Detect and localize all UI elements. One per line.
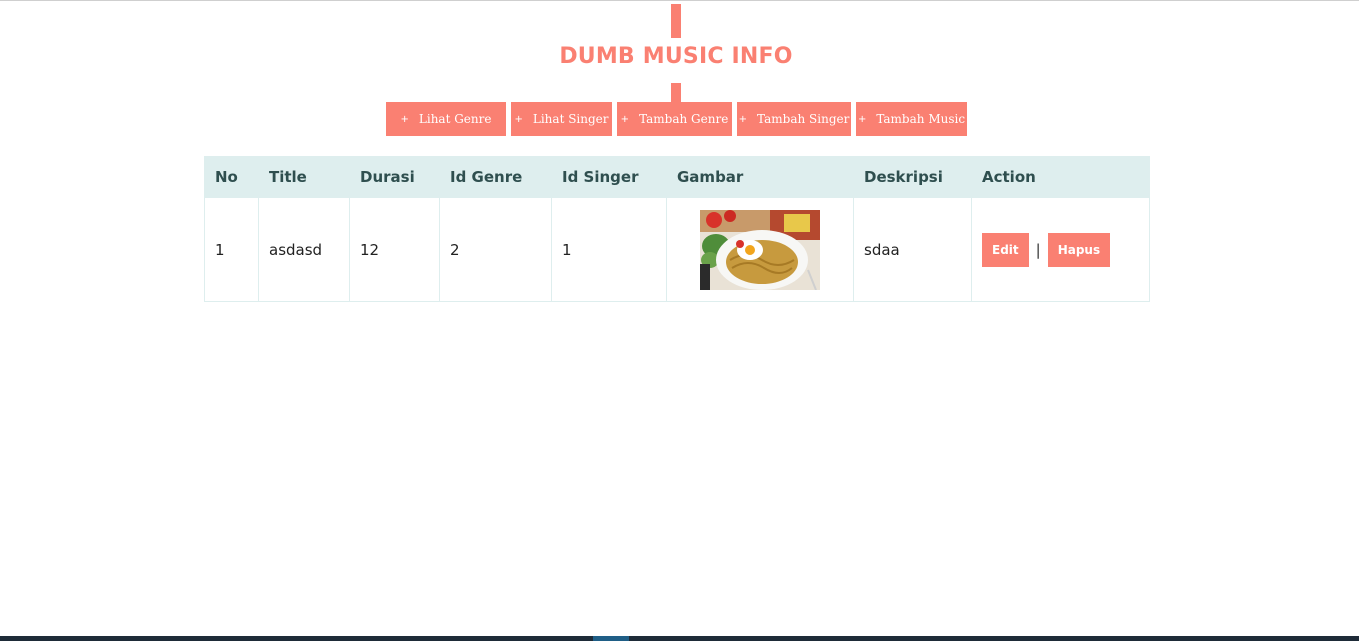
cell-id-singer: 1 (551, 197, 667, 302)
table-header-row: No Title Durasi Id Genre Id Singer Gamba… (204, 156, 1150, 198)
title-decoration-bottom (671, 83, 681, 102)
edit-button[interactable]: Edit (982, 232, 1029, 267)
food-image (700, 209, 820, 290)
nav-tambah-music-button[interactable]: + Tambah Music (856, 102, 967, 136)
action-separator: | (1035, 240, 1041, 259)
nav-tambah-singer-button[interactable]: + Tambah Singer (737, 102, 851, 136)
title-decoration-top (671, 4, 681, 38)
column-header-action: Action (971, 156, 1150, 198)
nav-tambah-singer-label: Tambah Singer (757, 112, 850, 126)
column-header-no: No (204, 156, 259, 198)
column-header-durasi: Durasi (349, 156, 440, 198)
cell-action: Edit | Hapus (971, 197, 1150, 302)
nav-bar: + Lihat Genre + Lihat Singer + Tambah Ge… (386, 102, 967, 136)
taskbar-active-indicator (593, 636, 629, 641)
page: DUMB MUSIC INFO + Lihat Genre + Lihat Si… (0, 0, 1359, 641)
delete-button[interactable]: Hapus (1047, 232, 1111, 267)
plus-icon: + (857, 113, 867, 125)
plus-icon: + (400, 113, 409, 125)
nav-lihat-genre-label: Lihat Genre (418, 112, 492, 126)
cell-title: asdasd (258, 197, 350, 302)
column-header-id-singer: Id Singer (551, 156, 667, 198)
nav-lihat-singer-label: Lihat Singer (532, 112, 609, 126)
top-divider (0, 0, 1359, 1)
nav-lihat-singer-button[interactable]: + Lihat Singer (511, 102, 612, 136)
column-header-deskripsi: Deskripsi (853, 156, 972, 198)
nav-tambah-genre-label: Tambah Genre (639, 112, 729, 126)
column-header-gambar: Gambar (666, 156, 854, 198)
music-table: No Title Durasi Id Genre Id Singer Gamba… (204, 156, 1150, 302)
nav-tambah-music-label: Tambah Music (876, 112, 966, 126)
cell-deskripsi: sdaa (853, 197, 972, 302)
cell-durasi: 12 (349, 197, 440, 302)
column-header-title: Title (258, 156, 350, 198)
column-header-id-genre: Id Genre (439, 156, 552, 198)
taskbar-strip (0, 636, 1359, 641)
plus-icon: + (620, 113, 630, 125)
cell-gambar (666, 197, 854, 302)
page-title: DUMB MUSIC INFO (559, 44, 793, 69)
plus-icon: + (738, 113, 748, 125)
table-row: 1 asdasd 12 2 1 sdaa Edit | Hapus (204, 197, 1150, 302)
nav-tambah-genre-button[interactable]: + Tambah Genre (617, 102, 732, 136)
plus-icon: + (514, 113, 523, 125)
cell-id-genre: 2 (439, 197, 552, 302)
nav-lihat-genre-button[interactable]: + Lihat Genre (386, 102, 506, 136)
cell-no: 1 (204, 197, 259, 302)
